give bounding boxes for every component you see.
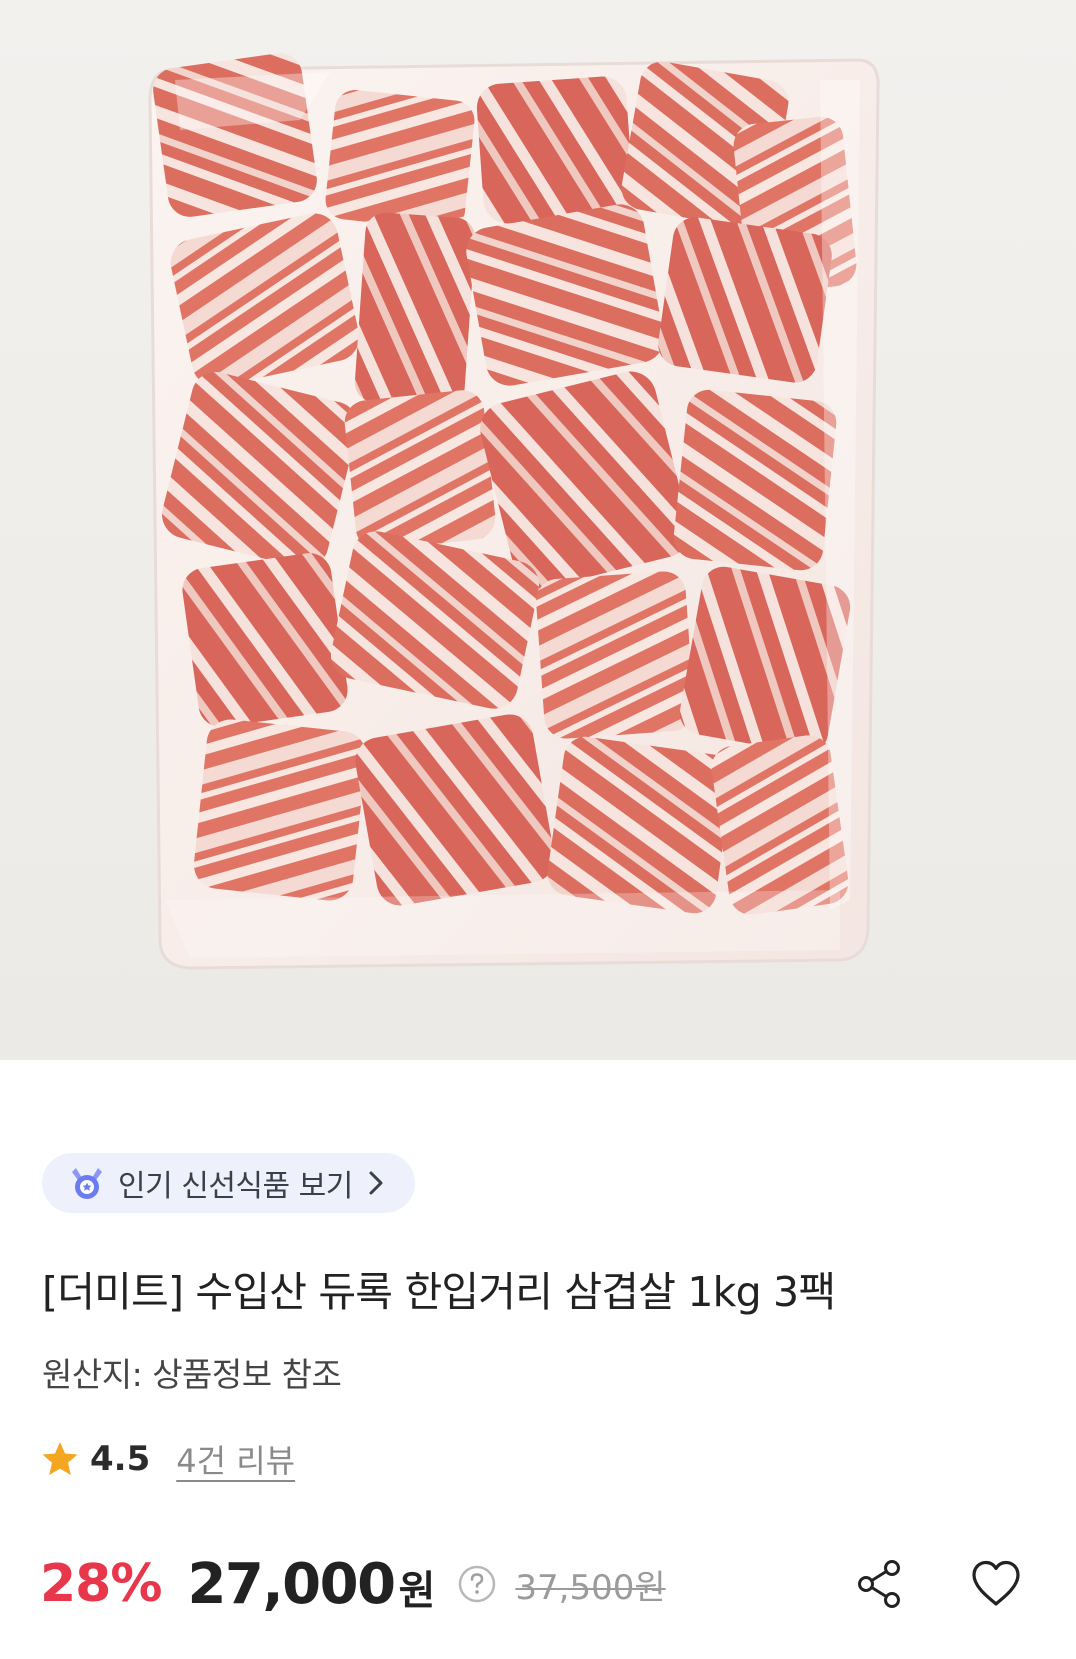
product-title: [더미트] 수입산 듀록 한입거리 삼겹살 1kg 3팩 [42, 1268, 836, 1316]
sale-price: 27,000 [187, 1551, 396, 1617]
pork-belly-pack-illustration [0, 0, 1076, 1060]
star-icon [42, 1442, 78, 1475]
review-count-link[interactable]: 4건 리뷰 [176, 1436, 295, 1482]
original-price: 37,500원 [515, 1567, 666, 1608]
product-origin: 원산지: 상품정보 참조 [42, 1355, 342, 1394]
rating-row: 4.5 4건 리뷰 [40, 1433, 295, 1485]
share-icon[interactable] [852, 1556, 908, 1612]
heart-outline-icon[interactable] [968, 1556, 1024, 1612]
medal-icon [72, 1168, 102, 1199]
question-circle-icon[interactable] [457, 1564, 497, 1604]
discount-rate: 28% [40, 1554, 162, 1614]
badge-label: 인기 신선식품 보기 [118, 1169, 353, 1204]
product-image[interactable] [0, 0, 1076, 1060]
rating-value: 4.5 [90, 1439, 151, 1479]
price-unit: 원 [398, 1568, 436, 1614]
popular-fresh-food-badge[interactable]: 인기 신선식품 보기 [42, 1153, 415, 1213]
chevron-right-icon [369, 1171, 383, 1195]
